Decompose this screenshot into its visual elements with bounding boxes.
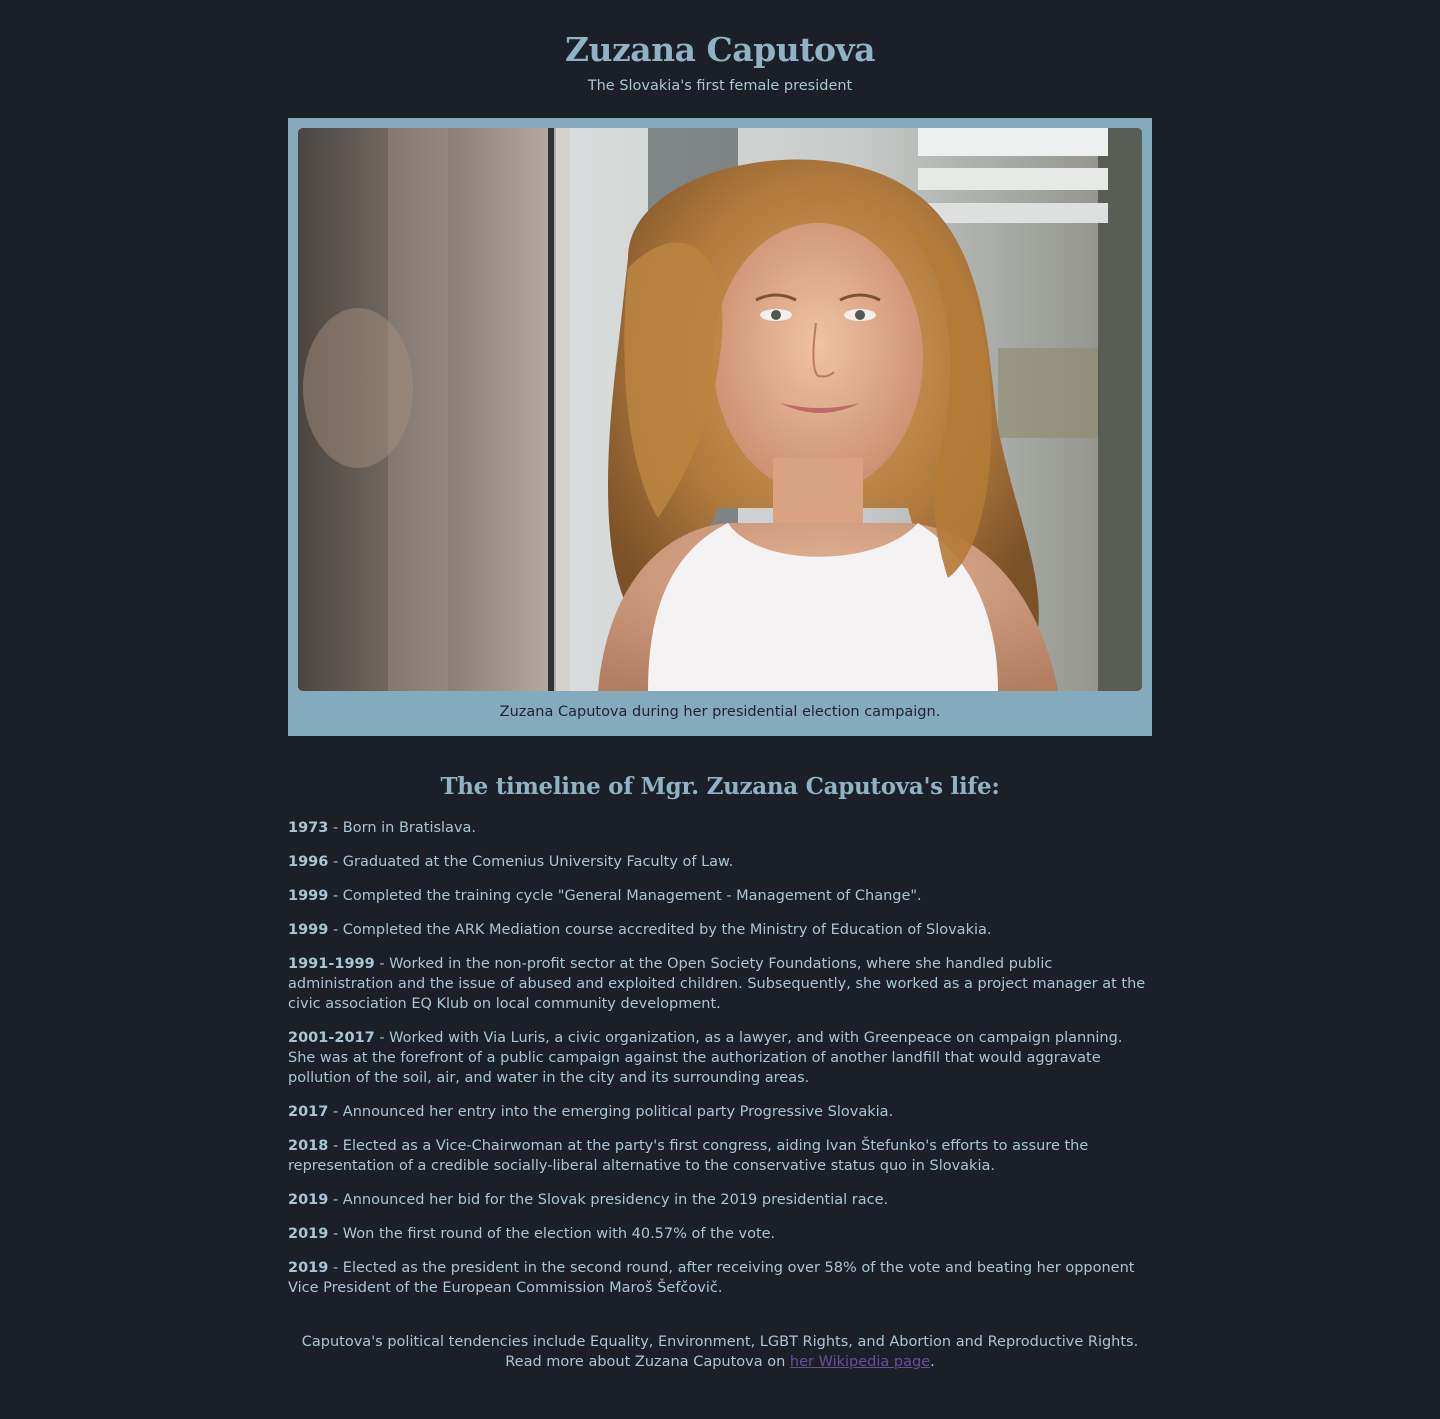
timeline-text: - Completed the ARK Mediation course acc… <box>328 922 992 938</box>
timeline-text: - Worked with Via Luris, a civic organiz… <box>288 1030 1123 1086</box>
footer-text: Caputova's political tendencies include … <box>288 1332 1152 1372</box>
timeline-text: - Elected as the president in the second… <box>288 1260 1135 1296</box>
timeline-year: 1991-1999 <box>288 956 375 972</box>
timeline-text: - Elected as a Vice-Chairwoman at the pa… <box>288 1138 1089 1174</box>
timeline-year: 2019 <box>288 1260 329 1276</box>
timeline-text: - Worked in the non-profit sector at the… <box>288 956 1146 1012</box>
timeline-item: 2018 - Elected as a Vice-Chairwoman at t… <box>288 1136 1154 1176</box>
timeline-item: 1999 - Completed the ARK Mediation cours… <box>288 920 1154 940</box>
timeline-item: 2019 - Elected as the president in the s… <box>288 1258 1154 1298</box>
page-subtitle: The Slovakia's first female president <box>587 78 853 94</box>
timeline-text: - Born in Bratislava. <box>328 820 477 836</box>
timeline-year: 2019 <box>288 1226 329 1242</box>
timeline-year: 2001-2017 <box>288 1030 375 1046</box>
timeline-item: 1991-1999 - Worked in the non-profit sec… <box>288 954 1154 1014</box>
timeline-year: 1999 <box>288 922 329 938</box>
timeline-item: 2001-2017 - Worked with Via Luris, a civ… <box>288 1028 1154 1088</box>
timeline-year: 1973 <box>288 820 329 836</box>
portrait-image <box>298 128 1142 691</box>
timeline-text: - Graduated at the Comenius University F… <box>328 854 734 870</box>
wikipedia-link[interactable]: her Wikipedia page <box>790 1354 930 1370</box>
timeline-text: - Won the first round of the election wi… <box>328 1226 776 1242</box>
timeline-text: - Announced her bid for the Slovak presi… <box>328 1192 889 1208</box>
timeline-list: 1973 - Born in Bratislava. 1996 - Gradua… <box>288 818 1154 1312</box>
timeline-text: - Completed the training cycle "General … <box>328 888 922 904</box>
footer-period: . <box>930 1354 935 1370</box>
timeline-heading: The timeline of Mgr. Zuzana Caputova's l… <box>440 773 1000 800</box>
timeline-item: 2019 - Announced her bid for the Slovak … <box>288 1190 1154 1210</box>
page-title: Zuzana Caputova <box>564 30 876 69</box>
timeline-year: 2017 <box>288 1104 329 1120</box>
timeline-year: 1999 <box>288 888 329 904</box>
figure-caption: Zuzana Caputova during her presidential … <box>499 704 941 720</box>
timeline-item: 1999 - Completed the training cycle "Gen… <box>288 886 1154 906</box>
timeline-item: 2017 - Announced her entry into the emer… <box>288 1102 1154 1122</box>
page-header: Zuzana Caputova The Slovakia's first fem… <box>0 0 1440 96</box>
timeline-year: 2019 <box>288 1192 329 1208</box>
timeline-item: 1996 - Graduated at the Comenius Univers… <box>288 852 1154 872</box>
timeline-year: 1996 <box>288 854 329 870</box>
timeline-item: 1973 - Born in Bratislava. <box>288 818 1154 838</box>
timeline-year: 2018 <box>288 1138 329 1154</box>
footer-description: Caputova's political tendencies include … <box>301 1334 1139 1370</box>
timeline-item: 2019 - Won the first round of the electi… <box>288 1224 1154 1244</box>
timeline-text: - Announced her entry into the emerging … <box>328 1104 894 1120</box>
portrait-figure: Zuzana Caputova during her presidential … <box>288 118 1152 736</box>
